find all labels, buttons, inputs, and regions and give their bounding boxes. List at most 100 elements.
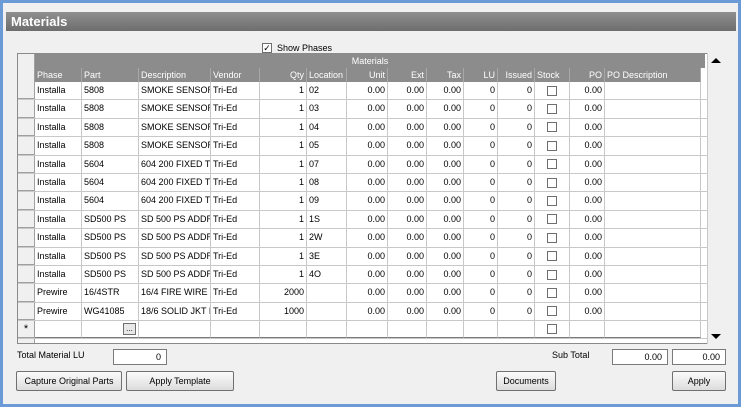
stock-checkbox[interactable] bbox=[547, 324, 557, 335]
cell-stock[interactable] bbox=[535, 321, 570, 339]
cell-unit[interactable]: 0.00 bbox=[347, 284, 388, 302]
cell-stock[interactable] bbox=[535, 210, 570, 229]
total-material-lu-field[interactable]: 0 bbox=[113, 349, 167, 365]
cell-ext[interactable]: 0.00 bbox=[388, 302, 427, 321]
stock-checkbox[interactable] bbox=[547, 214, 557, 225]
cell-description[interactable]: 604 200 FIXED TE bbox=[139, 173, 211, 192]
cell-unit[interactable]: 0.00 bbox=[347, 100, 388, 118]
cell-tax[interactable]: 0.00 bbox=[427, 137, 464, 155]
cell-location[interactable]: 3E bbox=[307, 247, 347, 265]
cell-location[interactable] bbox=[307, 284, 347, 302]
cell-stock[interactable] bbox=[535, 137, 570, 155]
cell-phase[interactable]: Installa bbox=[35, 229, 82, 247]
cell-unit[interactable]: 0.00 bbox=[347, 137, 388, 155]
column-header-stock[interactable]: Stock bbox=[535, 68, 570, 82]
cell-issued[interactable]: 0 bbox=[498, 265, 535, 284]
cell-phase[interactable]: Installa bbox=[35, 118, 82, 137]
table-row[interactable]: Installa 5604 604 200 FIXED TE Tri-Ed 1 09 0.0… bbox=[18, 192, 708, 211]
cell-location[interactable]: 08 bbox=[307, 173, 347, 192]
table-row[interactable]: InstallaSD500 PSSD 500 PS ADDRETri-Ed11S… bbox=[18, 210, 708, 230]
cell-unit[interactable]: 0.00 bbox=[347, 229, 388, 247]
cell-lu[interactable] bbox=[464, 321, 498, 339]
cell-location[interactable] bbox=[307, 302, 347, 321]
cell-ext[interactable]: 0.00 bbox=[388, 100, 427, 118]
cell-ext[interactable]: 0.00 bbox=[388, 247, 427, 265]
cell-phase[interactable]: Installa bbox=[35, 100, 82, 118]
cell-description[interactable]: SD 500 PS ADDRE bbox=[139, 229, 211, 247]
row-selector[interactable] bbox=[18, 118, 35, 137]
cell-po[interactable]: 0.00 bbox=[570, 302, 605, 321]
cell-description[interactable]: 18/6 SOLID JKT F bbox=[139, 302, 211, 321]
cell-location[interactable]: 05 bbox=[307, 137, 347, 155]
cell-location[interactable]: 09 bbox=[307, 192, 347, 210]
cell-tax[interactable]: 0.00 bbox=[427, 173, 464, 192]
cell-podesc[interactable] bbox=[605, 155, 701, 173]
table-row[interactable]: Installa5808SMOKE SENSOR WTri-Ed1040.000… bbox=[18, 118, 708, 138]
cell-part[interactable]: 5808 bbox=[82, 82, 139, 100]
cell-part[interactable]: SD500 PS bbox=[82, 247, 139, 265]
cell-stock[interactable] bbox=[535, 192, 570, 210]
cell-qty[interactable]: 1 bbox=[260, 210, 307, 229]
row-selector[interactable] bbox=[18, 210, 35, 229]
cell-location[interactable]: 04 bbox=[307, 118, 347, 137]
cell-part[interactable]: 5808 bbox=[82, 118, 139, 137]
cell-po[interactable]: 0.00 bbox=[570, 100, 605, 118]
cell-part[interactable]: 5604 bbox=[82, 192, 139, 210]
cell-ext[interactable]: 0.00 bbox=[388, 137, 427, 155]
cell-location[interactable]: 2W bbox=[307, 229, 347, 247]
stock-checkbox[interactable] bbox=[547, 85, 557, 96]
cell-lu[interactable]: 0 bbox=[464, 210, 498, 229]
cell-podesc[interactable] bbox=[605, 210, 701, 229]
cell-po[interactable]: 0.00 bbox=[570, 192, 605, 210]
cell-description[interactable]: SD 500 PS ADDRE bbox=[139, 210, 211, 229]
cell-lu[interactable]: 0 bbox=[464, 284, 498, 302]
table-row[interactable]: Installa5808SMOKE SENSOR WTri-Ed1020.000… bbox=[18, 82, 708, 101]
cell-lu[interactable]: 0 bbox=[464, 173, 498, 192]
cell-podesc[interactable] bbox=[605, 137, 701, 155]
cell-podesc[interactable] bbox=[605, 265, 701, 284]
row-selector[interactable] bbox=[18, 265, 35, 284]
cell-issued[interactable]: 0 bbox=[498, 118, 535, 137]
cell-unit[interactable]: 0.00 bbox=[347, 118, 388, 137]
cell-stock[interactable] bbox=[535, 82, 570, 100]
row-selector[interactable] bbox=[18, 82, 35, 100]
column-header-tax[interactable]: Tax bbox=[427, 68, 464, 82]
cell-qty[interactable]: 1 bbox=[260, 192, 307, 210]
column-header-location[interactable]: Location bbox=[307, 68, 347, 82]
part-lookup-button[interactable]: ... bbox=[123, 323, 136, 336]
cell-tax[interactable]: 0.00 bbox=[427, 229, 464, 247]
cell-stock[interactable] bbox=[535, 265, 570, 284]
stock-checkbox[interactable] bbox=[547, 159, 557, 170]
cell-unit[interactable]: 0.00 bbox=[347, 210, 388, 229]
cell-phase[interactable]: Installa bbox=[35, 155, 82, 173]
cell-tax[interactable]: 0.00 bbox=[427, 247, 464, 265]
cell-tax[interactable]: 0.00 bbox=[427, 82, 464, 100]
cell-qty[interactable]: 1000 bbox=[260, 302, 307, 321]
cell-location[interactable] bbox=[307, 321, 347, 339]
cell-part[interactable]: 5604 bbox=[82, 155, 139, 173]
cell-po[interactable]: 0.00 bbox=[570, 229, 605, 247]
cell-po[interactable]: 0.00 bbox=[570, 247, 605, 265]
cell-description[interactable]: SMOKE SENSOR W bbox=[139, 118, 211, 137]
column-header-unit[interactable]: Unit bbox=[347, 68, 388, 82]
table-row[interactable]: Installa5808SMOKE SENSOR WTri-Ed1050.000… bbox=[18, 137, 708, 156]
cell-qty[interactable]: 1 bbox=[260, 137, 307, 155]
cell-qty[interactable]: 2000 bbox=[260, 284, 307, 302]
stock-checkbox[interactable] bbox=[547, 306, 557, 317]
cell-vendor[interactable]: Tri-Ed bbox=[211, 100, 260, 118]
cell-tax[interactable]: 0.00 bbox=[427, 100, 464, 118]
cell-qty[interactable]: 1 bbox=[260, 82, 307, 100]
cell-issued[interactable]: 0 bbox=[498, 155, 535, 173]
cell-qty[interactable]: 1 bbox=[260, 155, 307, 173]
cell-podesc[interactable] bbox=[605, 82, 701, 100]
cell-ext[interactable]: 0.00 bbox=[388, 118, 427, 137]
cell-po[interactable]: 0.00 bbox=[570, 118, 605, 137]
cell-ext[interactable]: 0.00 bbox=[388, 284, 427, 302]
cell-location[interactable]: 02 bbox=[307, 82, 347, 100]
cell-issued[interactable]: 0 bbox=[498, 247, 535, 265]
stock-checkbox[interactable] bbox=[547, 287, 557, 298]
column-header-ext[interactable]: Ext bbox=[388, 68, 427, 82]
cell-po[interactable]: 0.00 bbox=[570, 137, 605, 155]
table-row[interactable]: Prewire WG41085 18/6 SOLID JKT F Tri-Ed 1000… bbox=[18, 302, 708, 322]
cell-vendor[interactable]: Tri-Ed bbox=[211, 247, 260, 265]
